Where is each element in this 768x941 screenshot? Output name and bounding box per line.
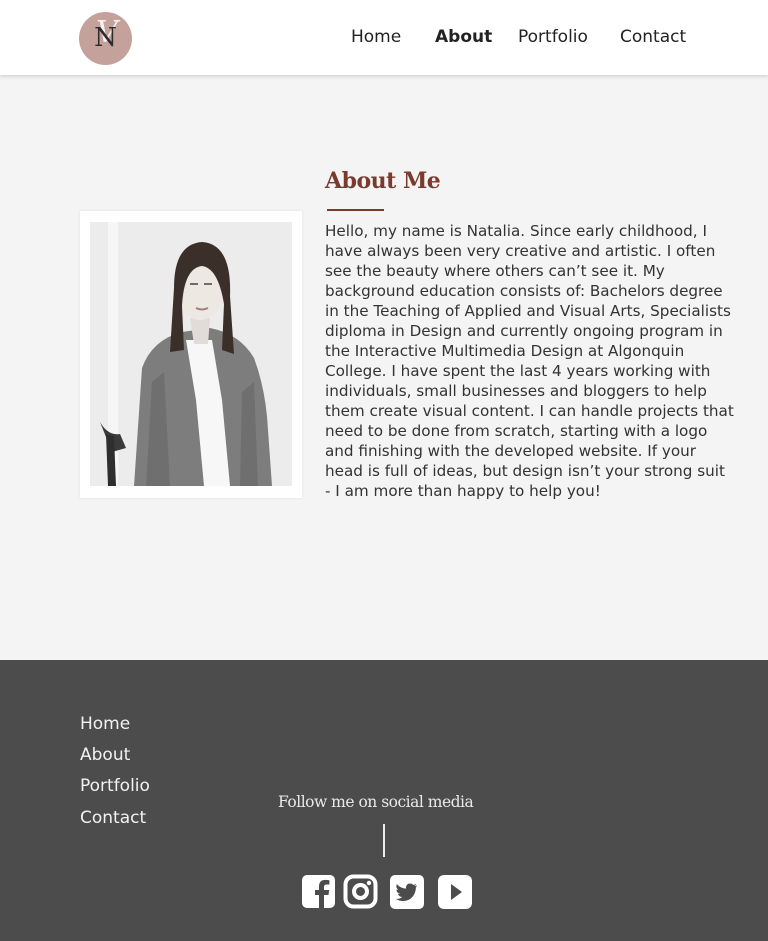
nav-portfolio[interactable]: Portfolio	[518, 27, 588, 47]
instagram-icon[interactable]	[343, 874, 379, 910]
nav-contact[interactable]: Contact	[620, 27, 686, 47]
portrait-frame	[80, 211, 302, 498]
follow-heading: Follow me on social media	[278, 793, 474, 811]
bio-text: Hello, my name is Natalia. Since early c…	[325, 222, 734, 500]
footer-link-home[interactable]: Home	[80, 714, 130, 734]
logo-letter: N	[94, 23, 117, 53]
follow-divider	[383, 824, 385, 857]
logo[interactable]: V N	[79, 12, 132, 65]
page-title: About Me	[325, 168, 441, 194]
nav-about[interactable]: About	[435, 27, 492, 47]
footer-link-contact[interactable]: Contact	[80, 808, 146, 828]
site-header: V N Home About Portfolio Contact	[0, 0, 768, 75]
portrait-photo	[90, 222, 292, 486]
footer-link-portfolio[interactable]: Portfolio	[80, 776, 150, 796]
youtube-icon[interactable]	[437, 874, 473, 910]
title-underline	[327, 209, 384, 211]
twitter-icon[interactable]	[389, 874, 425, 910]
nav-home[interactable]: Home	[351, 27, 401, 47]
footer-link-about[interactable]: About	[80, 745, 130, 765]
facebook-icon[interactable]	[301, 874, 337, 910]
